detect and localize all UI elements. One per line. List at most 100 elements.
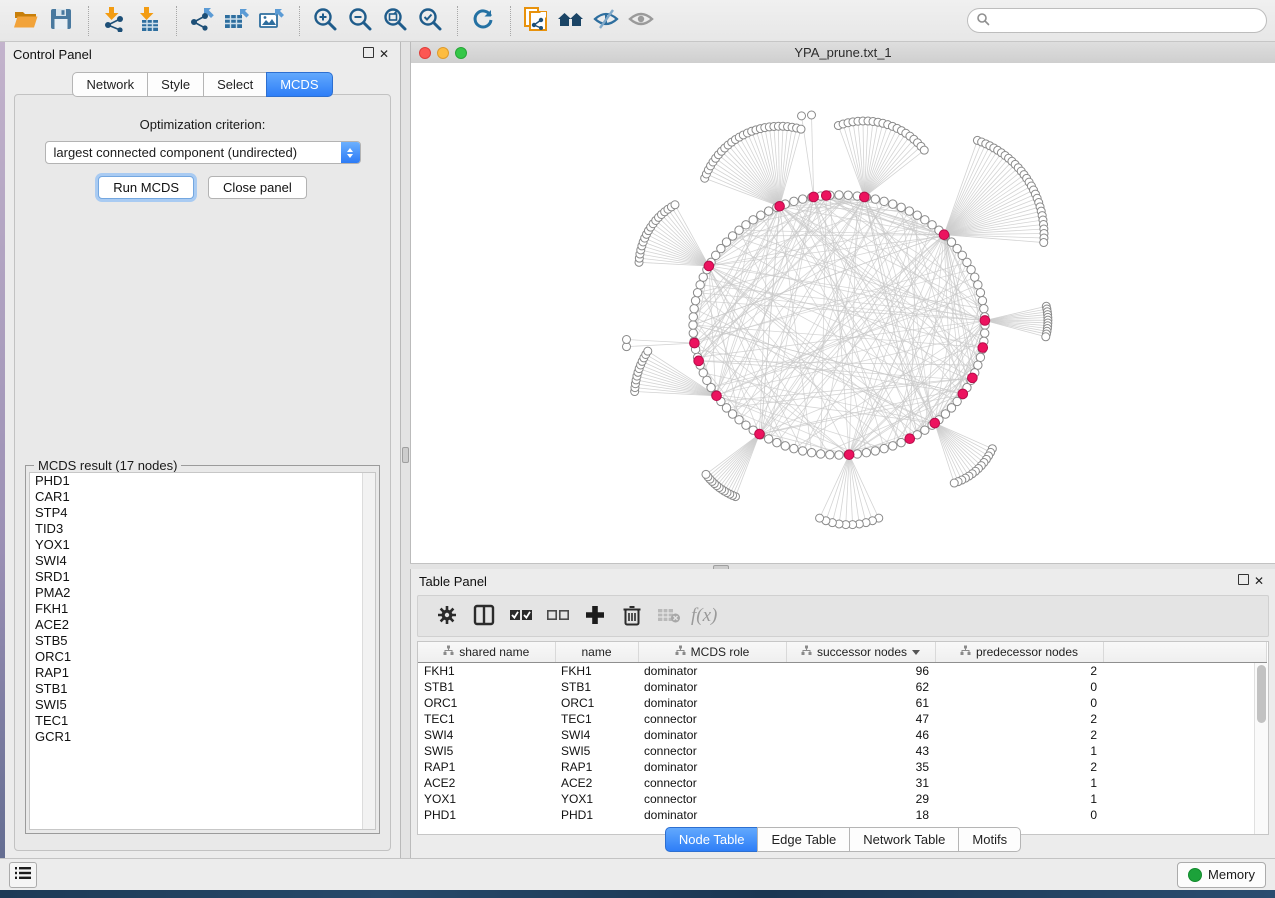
cell[interactable]: STB1 <box>555 679 638 695</box>
search-box[interactable] <box>967 8 1267 33</box>
cell[interactable]: RAP1 <box>555 759 638 775</box>
refresh-button[interactable] <box>467 5 499 37</box>
network-overview-button[interactable] <box>555 5 587 37</box>
export-table-button[interactable] <box>221 5 253 37</box>
mcds-result-item[interactable]: GCR1 <box>30 729 375 745</box>
zoom-fit-button[interactable] <box>379 5 411 37</box>
mcds-result-item[interactable]: TEC1 <box>30 713 375 729</box>
cell[interactable]: YOX1 <box>555 791 638 807</box>
apply-function-button[interactable]: f(x) <box>691 605 717 627</box>
node-table[interactable]: shared namenameMCDS rolesuccessor nodesp… <box>417 641 1269 835</box>
cell[interactable]: ORC1 <box>555 695 638 711</box>
cell[interactable]: 2 <box>935 663 1103 680</box>
mcds-result-item[interactable]: SWI4 <box>30 553 375 569</box>
column-header-successor-nodes[interactable]: successor nodes <box>786 642 935 663</box>
tab-node-table[interactable]: Node Table <box>665 827 759 852</box>
cell[interactable]: 0 <box>935 695 1103 711</box>
table-row[interactable]: YOX1YOX1connector291 <box>418 791 1266 807</box>
delete-columns-button[interactable] <box>617 601 647 631</box>
close-panel-button[interactable]: Close panel <box>208 176 307 199</box>
cell[interactable]: dominator <box>638 759 786 775</box>
cell[interactable]: 47 <box>786 711 935 727</box>
hide-selected-button[interactable] <box>590 5 622 37</box>
column-header-MCDS-role[interactable]: MCDS role <box>638 642 786 663</box>
run-mcds-button[interactable]: Run MCDS <box>98 176 194 199</box>
splitter-grip[interactable] <box>402 447 409 463</box>
export-image-button[interactable] <box>256 5 288 37</box>
table-row[interactable]: PHD1PHD1dominator180 <box>418 807 1266 823</box>
zoom-selected-button[interactable] <box>414 5 446 37</box>
mcds-result-item[interactable]: STB1 <box>30 681 375 697</box>
delete-table-button[interactable] <box>654 601 684 631</box>
close-panel-icon[interactable]: ✕ <box>1251 574 1267 588</box>
table-row[interactable]: ACE2ACE2connector311 <box>418 775 1266 791</box>
cell[interactable]: TEC1 <box>555 711 638 727</box>
select-all-checks-button[interactable] <box>506 601 536 631</box>
cell[interactable]: connector <box>638 743 786 759</box>
cell[interactable]: SWI4 <box>555 727 638 743</box>
zoom-in-button[interactable] <box>309 5 341 37</box>
tab-style[interactable]: Style <box>147 72 204 97</box>
tab-select[interactable]: Select <box>203 72 267 97</box>
network-canvas[interactable] <box>411 63 1275 563</box>
column-header-predecessor-nodes[interactable]: predecessor nodes <box>935 642 1103 663</box>
cell[interactable]: 1 <box>935 775 1103 791</box>
table-row[interactable]: SWI5SWI5connector431 <box>418 743 1266 759</box>
table-row[interactable]: SWI4SWI4dominator462 <box>418 727 1266 743</box>
cell[interactable]: connector <box>638 711 786 727</box>
cell[interactable]: 0 <box>935 807 1103 823</box>
import-table-button[interactable] <box>133 5 165 37</box>
cell[interactable]: connector <box>638 791 786 807</box>
clone-network-button[interactable] <box>520 5 552 37</box>
column-header-shared-name[interactable]: shared name <box>418 642 555 663</box>
open-session-button[interactable] <box>10 5 42 37</box>
vertical-splitter[interactable] <box>401 42 410 858</box>
table-row[interactable]: STB1STB1dominator620 <box>418 679 1266 695</box>
close-panel-icon[interactable]: ✕ <box>376 47 392 61</box>
mcds-result-item[interactable]: RAP1 <box>30 665 375 681</box>
mcds-result-item[interactable]: STB5 <box>30 633 375 649</box>
deselect-all-checks-button[interactable] <box>543 601 573 631</box>
tab-edge-table[interactable]: Edge Table <box>757 827 850 852</box>
cell[interactable]: 1 <box>935 743 1103 759</box>
cell[interactable]: 62 <box>786 679 935 695</box>
cell[interactable]: ORC1 <box>418 695 555 711</box>
cell[interactable]: dominator <box>638 679 786 695</box>
cell[interactable]: 43 <box>786 743 935 759</box>
tab-network[interactable]: Network <box>72 72 148 97</box>
table-row[interactable]: RAP1RAP1dominator352 <box>418 759 1266 775</box>
cell[interactable]: 61 <box>786 695 935 711</box>
cell[interactable]: FKH1 <box>418 663 555 680</box>
network-window-titlebar[interactable]: YPA_prune.txt_1 <box>411 42 1275 64</box>
result-list-scrollbar[interactable] <box>362 473 375 829</box>
tab-network-table[interactable]: Network Table <box>849 827 959 852</box>
cell[interactable]: 2 <box>935 711 1103 727</box>
search-input[interactable] <box>990 13 1258 29</box>
mcds-result-item[interactable]: ORC1 <box>30 649 375 665</box>
cell[interactable]: 2 <box>935 759 1103 775</box>
cell[interactable]: dominator <box>638 695 786 711</box>
save-session-button[interactable] <box>45 5 77 37</box>
column-header-name[interactable]: name <box>555 642 638 663</box>
table-row[interactable]: ORC1ORC1dominator610 <box>418 695 1266 711</box>
cell[interactable]: TEC1 <box>418 711 555 727</box>
cell[interactable]: dominator <box>638 727 786 743</box>
criterion-dropdown[interactable]: largest connected component (undirected) <box>45 141 361 164</box>
cell[interactable]: SWI5 <box>418 743 555 759</box>
cell[interactable]: FKH1 <box>555 663 638 680</box>
cell[interactable]: connector <box>638 775 786 791</box>
cell[interactable]: 46 <box>786 727 935 743</box>
show-hidden-button[interactable] <box>625 5 657 37</box>
table-row[interactable]: TEC1TEC1connector472 <box>418 711 1266 727</box>
cell[interactable]: PHD1 <box>555 807 638 823</box>
cell[interactable]: 31 <box>786 775 935 791</box>
float-panel-icon[interactable] <box>1235 574 1251 588</box>
mcds-result-item[interactable]: PMA2 <box>30 585 375 601</box>
cell[interactable]: ACE2 <box>555 775 638 791</box>
cell[interactable]: STB1 <box>418 679 555 695</box>
mcds-result-item[interactable]: CAR1 <box>30 489 375 505</box>
show-panels-button[interactable] <box>9 862 37 888</box>
cell[interactable]: PHD1 <box>418 807 555 823</box>
mcds-result-item[interactable]: SWI5 <box>30 697 375 713</box>
tab-mcds[interactable]: MCDS <box>266 72 332 97</box>
